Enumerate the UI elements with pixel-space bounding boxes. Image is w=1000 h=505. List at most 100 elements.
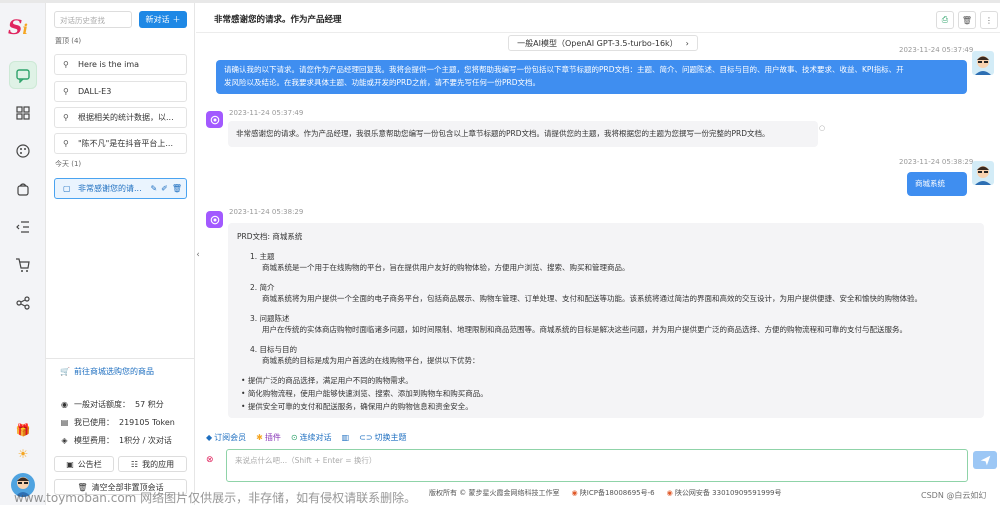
prd-bullet: • 简化购物流程，使用户能够快速浏览、搜索、添加到购物车和购买商品。	[241, 389, 488, 398]
chat-icon	[16, 69, 30, 83]
pin-icon: ⚲	[63, 139, 69, 148]
badge-icon: ◉	[571, 489, 578, 497]
conversation-item-active[interactable]: ▢ 非常感谢您的请... ✎ ✐ 🗑	[54, 178, 187, 199]
conversation-item[interactable]: ⚲ Here is the ima	[54, 54, 187, 75]
pin-icon: ⚲	[63, 113, 69, 122]
continuous-chat-toggle[interactable]: ⊙ 连续对话	[291, 432, 332, 443]
cart-icon: 🛒	[60, 367, 70, 376]
shop-link[interactable]: 🛒 前往商城选购您的商品	[60, 366, 154, 377]
used-stat: ▤ 我已使用： 219105 Token	[60, 418, 175, 427]
prd-section-body: 用户在传统的实体商店购物时面临诸多问题，如时间限制、地理限制和商品范围等。商城系…	[262, 325, 907, 334]
plugins-button[interactable]: ✱ 插件	[256, 432, 281, 443]
theme-icon: ⊂⊃	[359, 433, 373, 442]
conversation-item[interactable]: ⚲ DALL-E3	[54, 81, 187, 102]
subscribe-button[interactable]: ◆ 订阅会员	[206, 432, 246, 443]
conversation-item[interactable]: ⚲ "陈不凡"是在抖音平台上...	[54, 133, 187, 154]
sidebar-divider	[46, 358, 195, 359]
message-timestamp: 2023-11-24 05:37:49	[229, 109, 304, 117]
more-icon[interactable]: ⋮	[980, 11, 998, 29]
outline-icon	[16, 221, 29, 233]
user-message: 商城系统	[907, 172, 967, 196]
openai-icon	[210, 115, 219, 124]
prd-section-title: 3. 问题陈述	[250, 314, 290, 323]
pinned-group-title: 置顶 (4)	[55, 37, 82, 45]
send-button[interactable]	[973, 451, 997, 469]
site-footer: 版权所有 © 蒙步星火霞金网络科技工作室 ◉ 陕ICP备18008695号-6 …	[429, 488, 782, 498]
chat-bubble-icon: ▢	[63, 184, 71, 193]
apps-nav-button[interactable]	[9, 99, 37, 127]
share-nav-button[interactable]	[9, 289, 37, 317]
share-icon	[16, 296, 30, 310]
police-link[interactable]: ◉ 陕公网安备 33010909591999号	[667, 488, 782, 498]
notice-icon: ▣	[66, 459, 74, 469]
notice-button[interactable]: ▣ 公告栏	[54, 456, 114, 472]
message-input[interactable]: 来说点什么吧...（Shift + Enter = 换行）	[226, 449, 968, 482]
chevron-right-icon: ›	[685, 38, 689, 48]
model-selector[interactable]: 一般AI模型（OpenAI GPT-3.5-turbo-16k） ›	[508, 35, 698, 51]
conversation-item[interactable]: ⚲ 根据相关的统计数据，以...	[54, 107, 187, 128]
clear-input-icon[interactable]: ⊗	[206, 455, 214, 465]
chat-main: 非常感谢您的请求。作为产品经理 ⎙ 🗑 ⋮ 一般AI模型（OpenAI GPT-…	[196, 3, 1000, 505]
new-chat-button[interactable]: 新对话＋	[139, 11, 187, 28]
user-avatar	[972, 161, 994, 185]
collapse-sidebar-icon[interactable]: ‹	[192, 248, 204, 262]
apps-icon: ☷	[130, 459, 139, 469]
openai-icon	[210, 215, 219, 224]
bag-icon	[17, 183, 29, 196]
icon-rail: Si 🎁 ☀	[0, 3, 46, 505]
prd-bullet: • 提供安全可靠的支付和配送服务，确保用户的购物信息和资金安全。	[241, 402, 473, 411]
history-search-input[interactable]: 对话历史查找	[54, 11, 132, 28]
today-group-title: 今天 (1)	[55, 160, 82, 168]
cost-stat: ◈ 模型费用： 1积分 / 次对话	[61, 436, 172, 445]
prd-section-title: 1. 主题	[250, 252, 275, 261]
prd-section-body: 商城系统是一个用于在线购物的平台，旨在提供用户友好的购物体验，方便用户浏览、搜索…	[262, 263, 630, 272]
prd-heading: PRD文档: 商城系统	[237, 232, 303, 241]
app-logo: Si	[8, 15, 28, 39]
chat-title: 非常感谢您的请求。作为产品经理	[214, 15, 342, 25]
puzzle-icon: ✱	[256, 433, 263, 442]
coin-icon: ◉	[61, 400, 68, 409]
message-timestamp: 2023-11-24 05:38:29	[899, 158, 974, 166]
palette-icon	[16, 144, 30, 158]
user-avatar	[972, 51, 994, 75]
message-timestamp: 2023-11-24 05:37:49	[899, 46, 974, 54]
prd-section-title: 4. 目标与目的	[250, 345, 298, 354]
user-message: 请确认我的以下请求。请您作为产品经理回复我。我将会提供一个主题，您将帮助我编写一…	[216, 60, 967, 94]
gift-icon[interactable]: 🎁	[15, 423, 31, 439]
delete-icon[interactable]: 🗑	[172, 184, 182, 193]
bag-icon[interactable]: ▥	[342, 432, 350, 443]
input-toolbar: ◆ 订阅会员 ✱ 插件 ⊙ 连续对话 ▥ ⊂⊃ 切换主题	[206, 432, 407, 443]
assistant-message: 非常感谢您的请求。作为产品经理，我很乐意帮助您编写一份包含以上章节标题的PRD文…	[228, 121, 818, 147]
sun-icon[interactable]: ☀	[15, 447, 31, 463]
copy-icon[interactable]: ○	[819, 124, 825, 132]
grid-icon	[16, 106, 30, 120]
pin-icon[interactable]: ✎	[150, 184, 157, 193]
paint-nav-button[interactable]	[9, 137, 37, 165]
list-nav-button[interactable]	[9, 213, 37, 241]
conversation-sidebar: 对话历史查找 新对话＋ 置顶 (4) ⚲ Here is the ima ⚲ DAL…	[46, 3, 195, 505]
prd-section-body: 商城系统的目标是成为用户首选的在线购物平台，提供以下优势：	[262, 356, 480, 365]
pin-icon: ⚲	[63, 87, 69, 96]
prd-section-title: 2. 简介	[250, 283, 275, 292]
chat-nav-button[interactable]	[9, 61, 37, 89]
document-icon: ▤	[60, 418, 69, 427]
pin-icon: ⚲	[63, 60, 69, 69]
switch-theme-button[interactable]: ⊂⊃ 切换主题	[359, 432, 406, 443]
assistant-avatar	[206, 211, 223, 228]
prd-section-body: 商城系统将为用户提供一个全面的电子商务平台，包括商品展示、购物车管理、订单处理、…	[262, 294, 922, 303]
icp-link[interactable]: ◉ 陕ICP备18008695号-6	[571, 488, 654, 498]
shield-icon: ◉	[666, 489, 673, 497]
my-apps-button[interactable]: ☷ 我的应用	[118, 456, 187, 472]
csdn-credit: CSDN @白云如幻	[921, 491, 987, 500]
edit-icon[interactable]: ✐	[161, 184, 168, 193]
delete-chat-icon[interactable]: 🗑	[958, 11, 976, 29]
chat-header: 非常感谢您的请求。作为产品经理 ⎙ 🗑 ⋮	[196, 3, 1000, 33]
quota-stat: ◉ 一般对话额度： 57 积分	[61, 400, 164, 409]
wallet-nav-button[interactable]	[9, 175, 37, 203]
cart-nav-button[interactable]	[9, 251, 37, 279]
send-icon	[980, 455, 990, 465]
export-icon[interactable]: ⎙	[936, 11, 954, 29]
message-timestamp: 2023-11-24 05:38:29	[229, 208, 304, 216]
cart-icon	[16, 258, 30, 272]
assistant-avatar	[206, 111, 223, 128]
